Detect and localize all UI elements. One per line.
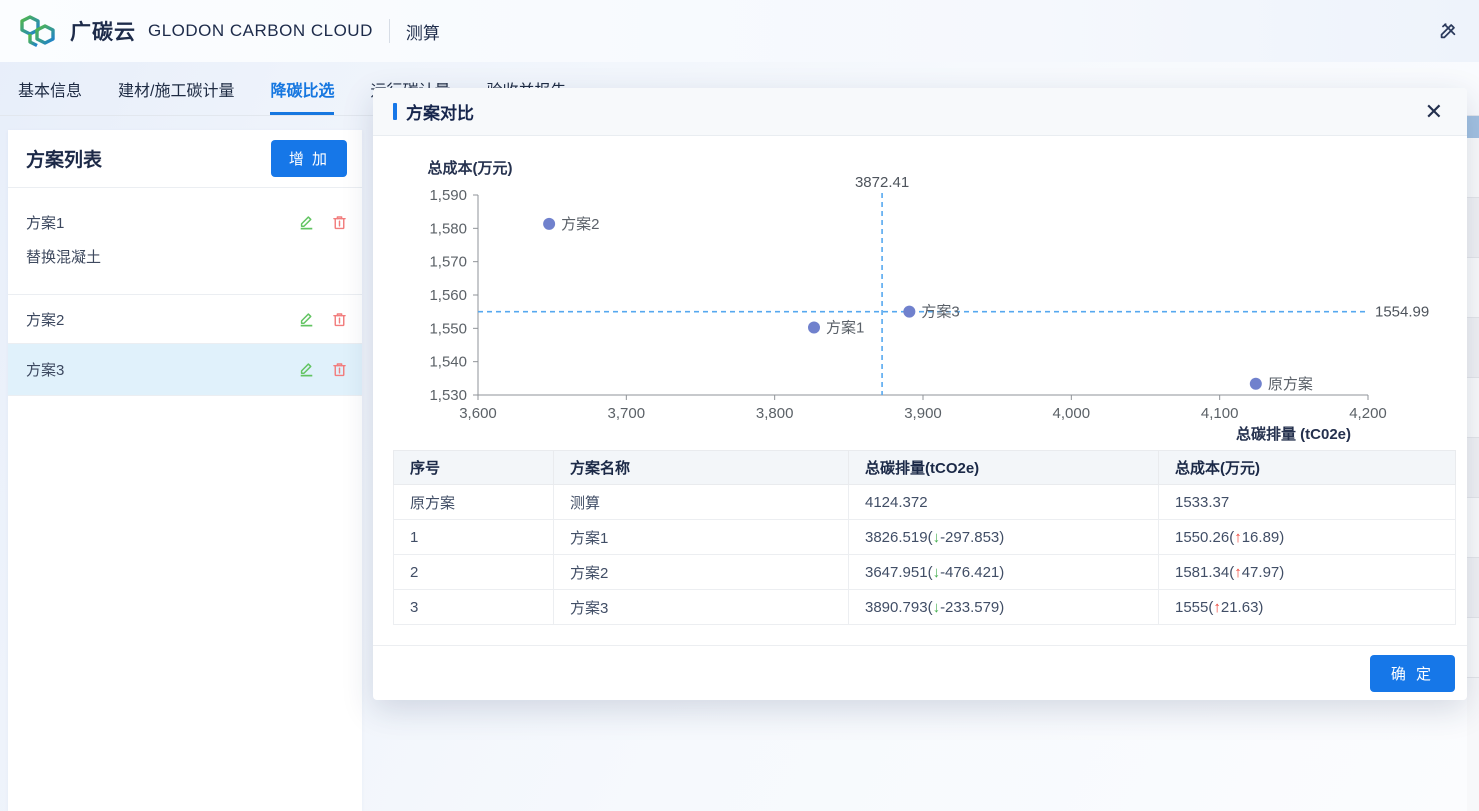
- cell-seq: 原方案: [394, 485, 554, 520]
- x-tick-label: 4,200: [1349, 405, 1387, 422]
- crosshair-x-label: 3872.41: [855, 174, 909, 191]
- brand-name-en: GLODON CARBON CLOUD: [148, 21, 373, 41]
- table-row: 1方案13826.519(↓-297.853)1550.26(↑16.89): [394, 520, 1456, 555]
- cell-cost: 1555(↑21.63): [1159, 590, 1456, 625]
- y-tick-label: 1,540: [429, 354, 467, 371]
- edit-icon[interactable]: [298, 214, 315, 231]
- scatter-point[interactable]: [808, 321, 820, 333]
- arrow-up-icon: ↑: [1234, 564, 1242, 581]
- x-tick-label: 4,100: [1201, 405, 1239, 422]
- cell-cost: 1533.37: [1159, 485, 1456, 520]
- cell-emission: 4124.372: [849, 485, 1159, 520]
- y-tick-label: 1,550: [429, 320, 467, 337]
- cell-emission: 3826.519(↓-297.853): [849, 520, 1159, 555]
- cell-seq: 1: [394, 520, 554, 555]
- plan-list-item[interactable]: 方案1 替换混凝土: [8, 188, 362, 295]
- cell-seq: 2: [394, 555, 554, 590]
- brand: 广碳云 GLODON CARBON CLOUD: [16, 9, 373, 53]
- scatter-point-label: 方案1: [826, 318, 864, 336]
- table-row: 2方案23647.951(↓-476.421)1581.34(↑47.97): [394, 555, 1456, 590]
- comparison-table-body: 原方案测算4124.3721533.371方案13826.519(↓-297.8…: [394, 485, 1456, 625]
- y-tick-label: 1,560: [429, 287, 467, 304]
- cell-seq: 3: [394, 590, 554, 625]
- y-tick-label: 1,570: [429, 254, 467, 271]
- cell-plan-name: 方案3: [554, 590, 849, 625]
- design-tools-icon[interactable]: [1437, 20, 1459, 42]
- dialog-footer: 确 定: [373, 645, 1467, 700]
- scatter-point[interactable]: [543, 218, 555, 230]
- comparison-table: 序号 方案名称 总碳排量(tCO2e) 总成本(万元) 原方案测算4124.37…: [393, 450, 1456, 625]
- x-tick-label: 3,800: [756, 405, 794, 422]
- cell-emission: 3647.951(↓-476.421): [849, 555, 1159, 590]
- arrow-down-icon: ↓: [933, 599, 941, 616]
- delete-icon[interactable]: [331, 311, 348, 328]
- scatter-point[interactable]: [903, 306, 915, 318]
- arrow-up-icon: ↑: [1213, 599, 1221, 616]
- plan-name: 方案3: [26, 359, 282, 380]
- x-tick-label: 3,600: [459, 405, 497, 422]
- tab-basic-info[interactable]: 基本信息: [18, 62, 82, 115]
- comparison-scatter-chart: 1,530 1,540 1,550 1,560 1,570 1,580 1,590 3,600…: [393, 143, 1455, 443]
- plan-description: 替换混凝土: [26, 246, 348, 267]
- y-tick-label: 1,590: [429, 187, 467, 204]
- confirm-button[interactable]: 确 定: [1370, 655, 1455, 692]
- arrow-down-icon: ↓: [933, 564, 941, 581]
- title-accent-bar: [393, 103, 397, 120]
- table-header-row: 序号 方案名称 总碳排量(tCO2e) 总成本(万元): [394, 451, 1456, 485]
- plan-name: 方案1: [26, 212, 282, 233]
- table-row: 3方案33890.793(↓-233.579)1555(↑21.63): [394, 590, 1456, 625]
- table-row: 原方案测算4124.3721533.37: [394, 485, 1456, 520]
- scatter-point-label: 方案2: [561, 215, 599, 233]
- cell-plan-name: 方案1: [554, 520, 849, 555]
- x-axis-title: 总碳排量 (tC02e): [1236, 425, 1351, 443]
- scatter-point[interactable]: [1250, 378, 1262, 390]
- cell-plan-name: 方案2: [554, 555, 849, 590]
- delete-icon[interactable]: [331, 361, 348, 378]
- crosshair-y-label: 1554.99: [1375, 304, 1429, 321]
- plan-list-title: 方案列表: [26, 145, 102, 172]
- cell-emission: 3890.793(↓-233.579): [849, 590, 1159, 625]
- col-total-emission: 总碳排量(tCO2e): [849, 451, 1159, 485]
- tab-material-carbon[interactable]: 建材/施工碳计量: [118, 62, 234, 115]
- x-tick-label: 3,900: [904, 405, 942, 422]
- y-tick-label: 1,530: [429, 387, 467, 404]
- arrow-up-icon: ↑: [1234, 529, 1242, 546]
- plan-list-item[interactable]: 方案2: [8, 295, 362, 344]
- plan-list-panel: 方案列表 增 加 方案1 替换混凝土 方案2 方案3: [8, 130, 362, 811]
- cell-cost: 1550.26(↑16.89): [1159, 520, 1456, 555]
- dialog-title: 方案对比: [406, 99, 1421, 124]
- delete-icon[interactable]: [331, 214, 348, 231]
- plan-comparison-dialog: 方案对比 ✕ 1,5301,5401,5501,5601,5701,5801,5…: [373, 88, 1467, 700]
- dialog-header: 方案对比 ✕: [373, 88, 1467, 136]
- x-tick-label: 3,700: [608, 405, 646, 422]
- edit-icon[interactable]: [298, 311, 315, 328]
- app-header: 广碳云 GLODON CARBON CLOUD 测算: [0, 0, 1479, 62]
- tab-carbon-reduction[interactable]: 降碳比选: [270, 62, 334, 115]
- header-divider: [389, 19, 390, 43]
- close-icon[interactable]: ✕: [1421, 99, 1447, 125]
- plan-list-item-selected[interactable]: 方案3: [8, 344, 362, 396]
- col-total-cost: 总成本(万元): [1159, 451, 1456, 485]
- brand-name-cn: 广碳云: [70, 16, 136, 46]
- plan-name: 方案2: [26, 309, 282, 330]
- arrow-down-icon: ↓: [933, 529, 941, 546]
- add-plan-button[interactable]: 增 加: [271, 140, 347, 177]
- x-tick-label: 4,000: [1053, 405, 1091, 422]
- background-content-sliver: [1467, 116, 1479, 811]
- module-title: 测算: [406, 19, 440, 44]
- logo-icon: [16, 9, 60, 53]
- col-seq: 序号: [394, 451, 554, 485]
- y-axis-title: 总成本(万元): [428, 159, 513, 177]
- cell-plan-name: 测算: [554, 485, 849, 520]
- scatter-point-label: 方案3: [921, 303, 959, 321]
- col-plan-name: 方案名称: [554, 451, 849, 485]
- cell-cost: 1581.34(↑47.97): [1159, 555, 1456, 590]
- scatter-point-label: 原方案: [1268, 375, 1313, 393]
- edit-icon[interactable]: [298, 361, 315, 378]
- y-tick-label: 1,580: [429, 220, 467, 237]
